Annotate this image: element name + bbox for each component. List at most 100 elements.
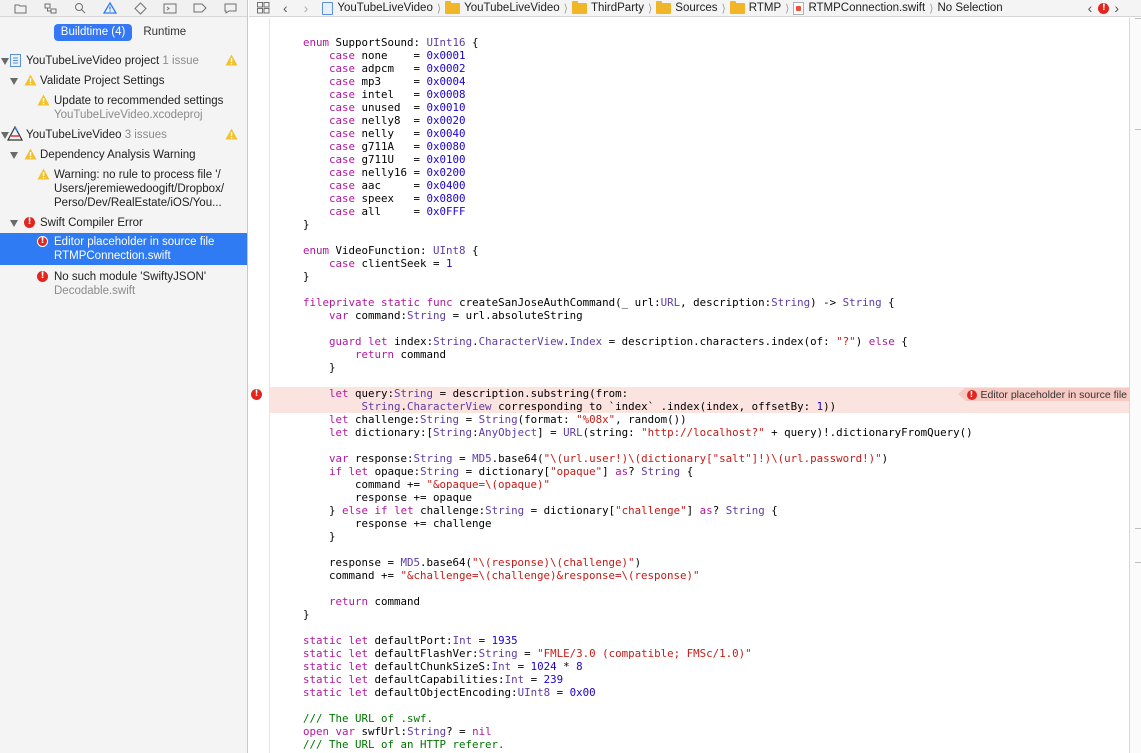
code-line[interactable]: fileprivate static func createSanJoseAut… xyxy=(303,296,895,309)
list-item-selected[interactable]: ! Editor placeholder in source file RTMP… xyxy=(0,233,247,265)
code-line[interactable]: case adpcm = 0x0002 xyxy=(303,62,466,75)
test-diamond-icon[interactable] xyxy=(125,1,155,16)
breadcrumb-group[interactable]: Sources xyxy=(656,0,717,14)
search-icon[interactable] xyxy=(65,1,95,16)
code-line[interactable]: static let defaultPort:Int = 1935 xyxy=(303,634,518,647)
chevron-right-icon: ⟩ xyxy=(929,2,934,15)
code-line[interactable]: } xyxy=(303,361,336,374)
code-line[interactable]: var command:String = url.absoluteString xyxy=(303,309,583,322)
editor-right-scrollbar[interactable] xyxy=(1129,18,1141,753)
code-line[interactable]: case all = 0x0FFF xyxy=(303,205,466,218)
code-line[interactable]: enum VideoFunction: UInt8 { xyxy=(303,244,479,257)
code-line[interactable]: if let opaque:String = dictionary["opaqu… xyxy=(303,465,693,478)
back-chevron-icon[interactable]: ‹ xyxy=(283,1,288,15)
code-line[interactable]: response = MD5.base64("\(response)\(chal… xyxy=(303,556,641,569)
code-line[interactable]: let dictionary:[String:AnyObject] = URL(… xyxy=(303,426,973,439)
code-line[interactable]: return command xyxy=(303,595,420,608)
breadcrumb-project[interactable]: YouTubeLiveVideo xyxy=(322,1,433,15)
list-item[interactable]: Warning: no rule to process file '/ User… xyxy=(0,168,247,210)
source-editor[interactable]: ! enum SupportSound: UInt16 { case none … xyxy=(249,18,1129,753)
code-line[interactable]: open var swfUrl:String? = nil xyxy=(303,725,492,738)
previous-issue-chevron-icon[interactable]: ‹ xyxy=(1088,1,1093,15)
list-item[interactable]: ! No such module 'SwiftyJSON' Decodable.… xyxy=(0,270,247,298)
code-line[interactable]: guard let index:String.CharacterView.Ind… xyxy=(303,335,908,348)
list-item[interactable]: ! Swift Compiler Error xyxy=(0,216,247,230)
next-issue-chevron-icon[interactable]: › xyxy=(1114,1,1119,15)
code-line[interactable]: case g711U = 0x0100 xyxy=(303,153,466,166)
code-line[interactable]: /// The URL of .swf. xyxy=(303,712,433,725)
issue-list: YouTubeLiveVideo project 1 issue Validat… xyxy=(0,48,247,753)
code-area[interactable]: enum SupportSound: UInt16 { case none = … xyxy=(249,18,1129,753)
code-line[interactable]: command += "&challenge=\(challenge)&resp… xyxy=(303,569,700,582)
forward-chevron-icon[interactable]: › xyxy=(304,1,309,15)
list-item[interactable]: Update to recommended settings YouTubeLi… xyxy=(0,94,247,122)
hierarchy-icon[interactable] xyxy=(35,1,65,16)
list-item[interactable]: Validate Project Settings xyxy=(0,74,247,88)
code-line[interactable]: return command xyxy=(303,348,446,361)
issue-warning-icon[interactable] xyxy=(95,1,125,16)
issue-count: 1 issue xyxy=(162,55,199,67)
disclosure-triangle-icon[interactable] xyxy=(10,220,18,227)
issue-text-line: Users/jeremiewedoogift/Dropbox/ xyxy=(54,183,225,195)
code-line[interactable]: response += opaque xyxy=(303,491,472,504)
code-line[interactable]: static let defaultFlashVer:String = "FML… xyxy=(303,647,752,660)
list-item[interactable]: Dependency Analysis Warning xyxy=(0,148,247,162)
disclosure-triangle-icon[interactable] xyxy=(1,58,9,65)
code-line[interactable]: case unused = 0x0010 xyxy=(303,101,466,114)
code-line[interactable]: static let defaultChunkSizeS:Int = 1024 … xyxy=(303,660,583,673)
breadcrumb-group[interactable]: ThirdParty xyxy=(571,0,644,14)
tab-buildtime[interactable]: Buildtime (4) xyxy=(53,24,133,41)
group-label: Swift Compiler Error xyxy=(40,217,143,229)
disclosure-triangle-icon[interactable] xyxy=(10,78,18,85)
disclosure-triangle-icon[interactable] xyxy=(10,152,18,159)
debug-icon[interactable] xyxy=(155,1,185,16)
code-line[interactable]: case g711A = 0x0080 xyxy=(303,140,466,153)
breadcrumb-file[interactable]: RTMPConnection.swift xyxy=(793,1,925,15)
chevron-right-icon: ⟩ xyxy=(785,2,790,15)
code-line[interactable]: } xyxy=(303,218,310,231)
breakpoint-icon[interactable] xyxy=(185,1,215,16)
swift-file-icon xyxy=(793,1,805,15)
related-items-grid-icon[interactable] xyxy=(257,2,270,14)
code-line[interactable]: static let defaultObjectEncoding:UInt8 =… xyxy=(303,686,596,699)
code-line[interactable]: let query:String = description.substring… xyxy=(303,387,628,400)
code-line[interactable]: case nelly = 0x0040 xyxy=(303,127,466,140)
code-line[interactable]: var response:String = MD5.base64("\(url.… xyxy=(303,452,888,465)
code-line[interactable]: } xyxy=(303,530,336,543)
code-line[interactable]: } else if let challenge:String = diction… xyxy=(303,504,778,517)
list-item[interactable]: YouTubeLiveVideo 3 issues xyxy=(0,125,247,142)
app-target-icon xyxy=(6,125,24,146)
code-line[interactable]: response += challenge xyxy=(303,517,492,530)
code-line[interactable]: case aac = 0x0400 xyxy=(303,179,466,192)
warning-icon xyxy=(37,94,50,110)
code-line[interactable]: command += "&opaque=\(opaque)" xyxy=(303,478,550,491)
breadcrumb-group[interactable]: RTMP xyxy=(729,0,782,14)
code-line[interactable]: /// The URL of an HTTP referer. xyxy=(303,738,505,751)
code-line[interactable]: let challenge:String = String(format: "%… xyxy=(303,413,687,426)
code-line[interactable]: case none = 0x0001 xyxy=(303,49,466,62)
code-line[interactable]: case nelly16 = 0x0200 xyxy=(303,166,466,179)
code-line[interactable]: case nelly8 = 0x0020 xyxy=(303,114,466,127)
breadcrumb-symbol[interactable]: No Selection xyxy=(937,2,1002,14)
code-line[interactable]: } xyxy=(303,270,310,283)
code-line[interactable]: } xyxy=(303,608,310,621)
code-line[interactable]: case clientSeek = 1 xyxy=(303,257,453,270)
code-line[interactable]: case mp3 = 0x0004 xyxy=(303,75,466,88)
breadcrumb-label: YouTubeLiveVideo xyxy=(337,2,433,14)
code-line[interactable]: String.CharacterView corresponding to `i… xyxy=(303,400,837,413)
code-line[interactable]: case speex = 0x0800 xyxy=(303,192,466,205)
issue-title: Editor placeholder in source file xyxy=(54,236,215,248)
folder-icon[interactable] xyxy=(5,1,35,16)
breadcrumb-label: ThirdParty xyxy=(590,2,644,14)
code-line[interactable]: static let defaultCapabilities:Int = 239 xyxy=(303,673,563,686)
code-line[interactable]: case intel = 0x0008 xyxy=(303,88,466,101)
error-icon[interactable]: ! xyxy=(1098,2,1110,14)
list-item[interactable]: YouTubeLiveVideo project 1 issue xyxy=(0,54,247,68)
folder-icon xyxy=(445,0,461,14)
inline-error-message[interactable]: ! Editor placeholder in source file xyxy=(957,388,1129,401)
code-line[interactable]: enum SupportSound: UInt16 { xyxy=(303,36,479,49)
breadcrumb-group[interactable]: YouTubeLiveVideo xyxy=(445,0,560,14)
breadcrumb-label: RTMP xyxy=(748,2,782,14)
tab-runtime[interactable]: Runtime xyxy=(136,24,193,41)
report-icon[interactable] xyxy=(215,1,245,16)
